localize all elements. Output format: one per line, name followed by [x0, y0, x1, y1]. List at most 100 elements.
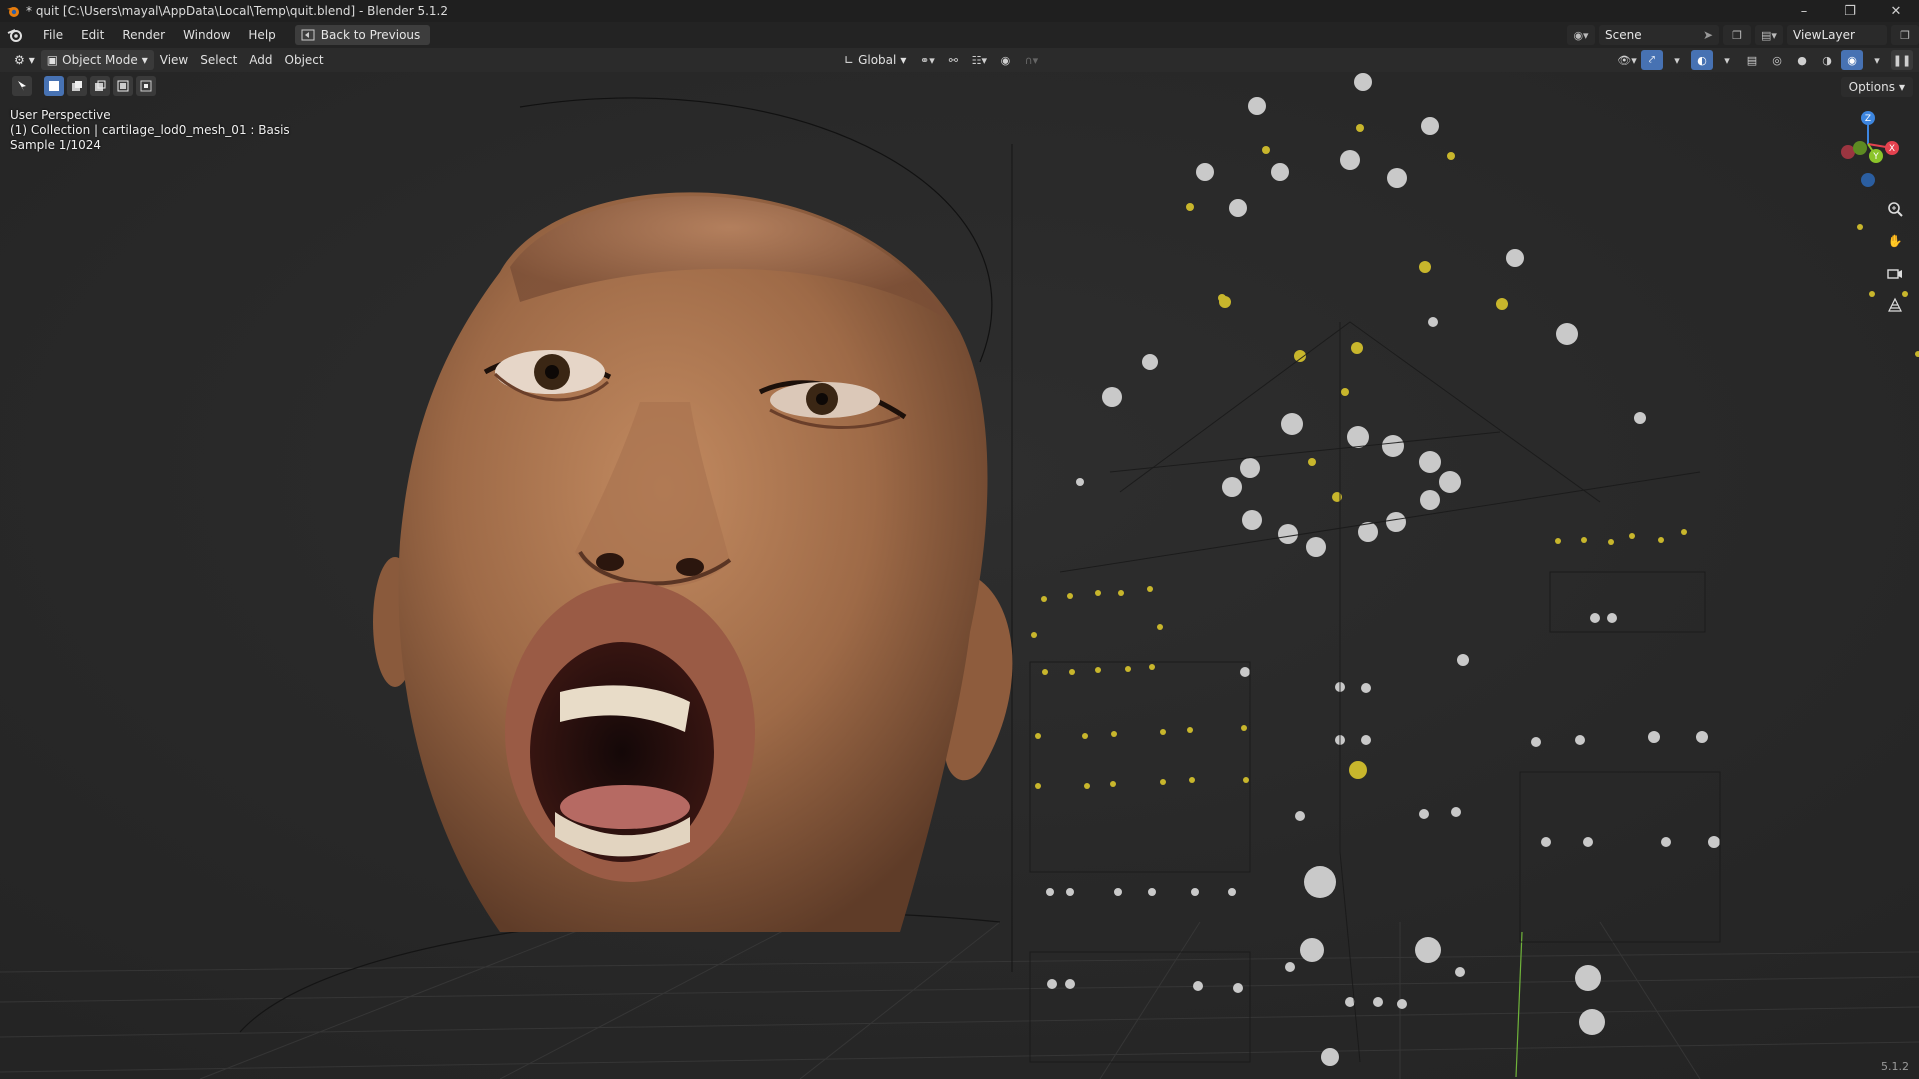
navigation-gizmo[interactable]: Z Y X — [1830, 108, 1900, 188]
ortho-grid-icon[interactable] — [1884, 294, 1906, 316]
rig-joint[interactable] — [1419, 451, 1441, 473]
rig-joint[interactable] — [1240, 458, 1260, 478]
rig-joint[interactable] — [1102, 387, 1122, 407]
rig-joint[interactable] — [1356, 124, 1364, 132]
back-to-previous-button[interactable]: Back to Previous — [294, 25, 431, 45]
rig-joint[interactable] — [1241, 725, 1247, 731]
select-tool-icon[interactable] — [12, 76, 32, 96]
menu-view[interactable]: View — [154, 50, 194, 70]
rig-joint[interactable] — [1142, 354, 1158, 370]
neg-z-axis-icon[interactable] — [1861, 173, 1875, 187]
select-subtract-icon[interactable] — [90, 76, 110, 96]
rig-joint[interactable] — [1047, 979, 1057, 989]
rig-joint[interactable] — [1696, 731, 1708, 743]
rig-joint[interactable] — [1347, 426, 1369, 448]
menu-edit[interactable]: Edit — [72, 24, 113, 46]
new-view-layer-icon[interactable]: ❐ — [1891, 25, 1919, 45]
rig-joint[interactable] — [1496, 298, 1508, 310]
rig-joint[interactable] — [1575, 965, 1601, 991]
rig-joint[interactable] — [1708, 836, 1720, 848]
rig-joint[interactable] — [1457, 654, 1469, 666]
rig-joint[interactable] — [1095, 667, 1101, 673]
menu-render[interactable]: Render — [113, 24, 174, 46]
options-dropdown[interactable]: Options ▾ — [1840, 77, 1913, 97]
rig-joint[interactable] — [1046, 888, 1054, 896]
pivot-point-icon[interactable]: ⚭▾ — [916, 50, 938, 70]
rig-joint[interactable] — [1583, 837, 1593, 847]
rig-joint[interactable] — [1222, 477, 1242, 497]
rig-joint[interactable] — [1447, 152, 1455, 160]
rig-joint[interactable] — [1114, 888, 1122, 896]
gizmo-dropdown-icon[interactable]: ▾ — [1666, 50, 1688, 70]
rig-joint[interactable] — [1451, 807, 1461, 817]
rig-joint[interactable] — [1031, 632, 1037, 638]
menu-file[interactable]: File — [34, 24, 72, 46]
rig-joint[interactable] — [1349, 761, 1367, 779]
menu-object[interactable]: Object — [279, 50, 330, 70]
snap-icon[interactable]: ⚯ — [942, 50, 964, 70]
rig-joint[interactable] — [1035, 733, 1041, 739]
rig-joint[interactable] — [1531, 737, 1541, 747]
rig-joint[interactable] — [1373, 997, 1383, 1007]
rig-joint[interactable] — [1160, 729, 1166, 735]
material-shading-icon[interactable]: ◑ — [1816, 50, 1838, 70]
rig-joint[interactable] — [1035, 783, 1041, 789]
rig-joint[interactable] — [1304, 866, 1336, 898]
rig-joint[interactable] — [1076, 478, 1084, 486]
rig-joint[interactable] — [1243, 777, 1249, 783]
rig-joint[interactable] — [1281, 413, 1303, 435]
rig-joint[interactable] — [1634, 412, 1646, 424]
rig-joint[interactable] — [1160, 779, 1166, 785]
rig-joint[interactable] — [1361, 683, 1371, 693]
rig-joint[interactable] — [1191, 888, 1199, 896]
rig-joint[interactable] — [1321, 1048, 1339, 1066]
menu-window[interactable]: Window — [174, 24, 239, 46]
select-invert-icon[interactable] — [113, 76, 133, 96]
rig-joint[interactable] — [1590, 613, 1600, 623]
transform-orientation-dropdown[interactable]: ∟ Global ▾ — [838, 50, 912, 70]
pin-icon[interactable]: ➤ — [1703, 28, 1713, 42]
rig-joint[interactable] — [1341, 388, 1349, 396]
new-scene-icon[interactable]: ❐ — [1723, 25, 1751, 45]
menu-select[interactable]: Select — [194, 50, 243, 70]
rig-joint[interactable] — [1629, 533, 1635, 539]
viewport-scene[interactable] — [0, 72, 1919, 1079]
rig-joint[interactable] — [1149, 664, 1155, 670]
neg-x-axis-icon[interactable] — [1841, 145, 1855, 159]
rig-joint[interactable] — [1306, 537, 1326, 557]
rig-joint[interactable] — [1278, 524, 1298, 544]
rig-joint[interactable] — [1271, 163, 1289, 181]
wireframe-shading-icon[interactable]: ◎ — [1766, 50, 1788, 70]
snap-target-icon[interactable]: ☷▾ — [968, 50, 990, 70]
rig-joint[interactable] — [1066, 888, 1074, 896]
rig-joint[interactable] — [1157, 624, 1163, 630]
rig-joint[interactable] — [1439, 471, 1461, 493]
scene-name-field[interactable]: Scene ➤ — [1599, 25, 1719, 45]
rig-joint[interactable] — [1095, 590, 1101, 596]
rig-joint[interactable] — [1196, 163, 1214, 181]
rig-joint[interactable] — [1555, 538, 1561, 544]
rig-joint[interactable] — [1340, 150, 1360, 170]
rig-joint[interactable] — [1147, 586, 1153, 592]
overlay-toggle-icon[interactable]: ◐ — [1691, 50, 1713, 70]
rig-joint[interactable] — [1658, 537, 1664, 543]
menu-help[interactable]: Help — [239, 24, 284, 46]
rig-joint[interactable] — [1421, 117, 1439, 135]
rig-joint[interactable] — [1575, 735, 1585, 745]
rig-joint[interactable] — [1419, 261, 1431, 273]
overlay-dropdown-icon[interactable]: ▾ — [1716, 50, 1738, 70]
select-new-icon[interactable] — [44, 76, 64, 96]
select-extend-icon[interactable] — [67, 76, 87, 96]
rig-joint[interactable] — [1415, 937, 1441, 963]
rig-joint[interactable] — [1118, 590, 1124, 596]
gizmo-toggle-icon[interactable]: ⤤ — [1641, 50, 1663, 70]
rig-joint[interactable] — [1648, 731, 1660, 743]
rig-joint[interactable] — [1361, 735, 1371, 745]
3d-viewport[interactable]: User Perspective (1) Collection | cartil… — [0, 72, 1919, 1079]
rig-joint[interactable] — [1382, 435, 1404, 457]
rig-joint[interactable] — [1420, 490, 1440, 510]
rig-joint[interactable] — [1397, 999, 1407, 1009]
rig-joint[interactable] — [1661, 837, 1671, 847]
rig-joint[interactable] — [1386, 512, 1406, 532]
proportional-edit-icon[interactable]: ◉ — [994, 50, 1016, 70]
